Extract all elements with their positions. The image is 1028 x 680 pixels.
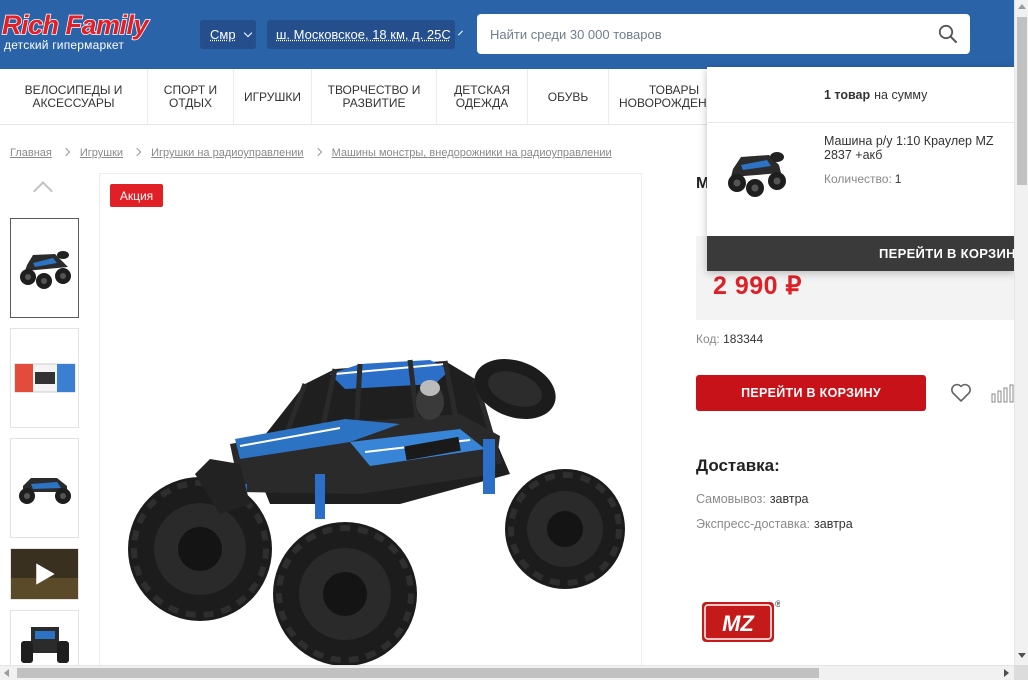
product-code: Код: 183344 — [696, 332, 763, 346]
rc-car-thumbnail-image — [19, 251, 71, 289]
nav-item-label: ДЕТСКАЯ ОДЕЖДА — [454, 83, 510, 110]
city-label: Смр — [210, 27, 236, 42]
mini-cart-item-image[interactable] — [719, 139, 793, 209]
delivery-label: Самовывоз: — [696, 492, 766, 506]
breadcrumb-link-home[interactable]: Главная — [10, 147, 52, 159]
compare-icon[interactable] — [991, 383, 1014, 403]
scroll-up-arrow-icon[interactable] — [1018, 4, 1026, 9]
vertical-scrollbar[interactable] — [1014, 0, 1028, 665]
horizontal-scrollbar-thumb[interactable] — [17, 668, 819, 678]
chevron-right-icon — [313, 147, 322, 157]
mini-cart-go-to-cart-button[interactable]: ПЕРЕЙТИ В КОРЗИНУ — [707, 236, 1014, 271]
go-to-cart-button[interactable]: ПЕРЕЙТИ В КОРЗИНУ — [696, 375, 926, 411]
gallery-video-thumbnail[interactable] — [10, 548, 79, 600]
search-bar — [477, 14, 970, 54]
breadcrumb-link-rc-toys[interactable]: Игрушки на радиоуправлении — [151, 147, 303, 159]
rc-car-side-thumbnail-image — [18, 478, 71, 504]
brand-logo[interactable]: MZ ® — [700, 598, 780, 644]
brand-registered-mark: ® — [775, 599, 780, 609]
store-address-label: ш. Московское, 18 км, д. 25С — [276, 27, 451, 42]
chevron-right-icon — [61, 147, 71, 157]
nav-item-label: ОБУВЬ — [547, 89, 589, 104]
delivery-label: Экспресс-доставка: — [696, 517, 811, 531]
nav-item-label: СПОРТ И ОТДЫХ — [163, 83, 218, 110]
scroll-down-arrow-icon[interactable] — [1018, 653, 1026, 658]
logo-main-text: Rich Family — [1, 9, 149, 41]
delivery-row-express: Экспресс-доставка: завтра — [696, 517, 853, 531]
nav-item-label: ИГРУШКИ — [243, 89, 302, 104]
breadcrumb: Главная Игрушки Игрушки на радиоуправлении… — [10, 147, 612, 159]
rc-crawler-car-image — [128, 359, 625, 666]
scrollbar-corner — [1014, 665, 1028, 680]
chevron-down-icon — [457, 30, 463, 36]
product-price: 2 990 ₽ — [713, 272, 802, 300]
breadcrumb-link-toys[interactable]: Игрушки — [80, 147, 123, 159]
nav-item-sport[interactable]: СПОРТ И ОТДЫХ — [148, 69, 234, 125]
product-main-image[interactable] — [99, 173, 642, 673]
mini-cart-item-quantity: Количество: 1 — [824, 172, 901, 186]
delivery-value: завтра — [769, 492, 809, 506]
delivery-title: Доставка: — [696, 456, 780, 475]
brand-logo-text: MZ — [722, 611, 755, 636]
product-code-label: Код: — [696, 332, 720, 346]
product-code-value: 183344 — [723, 332, 764, 346]
horizontal-scrollbar[interactable] — [0, 665, 1028, 680]
chevron-up-icon[interactable] — [33, 181, 53, 201]
mini-cart-summary: 1 товар на сумму — [707, 67, 1014, 123]
search-input[interactable] — [477, 14, 917, 54]
quantity-value: 1 — [894, 172, 902, 186]
vertical-scrollbar-thumb[interactable] — [1017, 17, 1027, 185]
gallery-thumbnail[interactable] — [10, 610, 79, 670]
gallery-thumbnail[interactable] — [10, 438, 79, 538]
site-logo[interactable]: Rich Family детский гипермаркет — [1, 9, 167, 54]
nav-item-toys[interactable]: ИГРУШКИ — [234, 69, 312, 125]
gallery-thumbnail[interactable] — [10, 328, 79, 428]
nav-item-label: ВЕЛОСИПЕДЫ И АКСЕССУАРЫ — [24, 83, 123, 110]
site-header: Rich Family детский гипермаркет Смр ш. М… — [0, 0, 1014, 69]
quantity-label: Количество: — [824, 172, 892, 186]
nav-item-bicycles[interactable]: ВЕЛОСИПЕДЫ И АКСЕССУАРЫ — [0, 69, 148, 125]
breadcrumb-link-monster-trucks[interactable]: Машины монстры, внедорожники на радиоупр… — [332, 147, 612, 159]
nav-item-shoes[interactable]: ОБУВЬ — [528, 69, 609, 125]
mini-cart-item-name[interactable]: Машина р/у 1:10 Краулер MZ 2837 +акб — [824, 134, 1004, 162]
delivery-row-pickup: Самовывоз: завтра — [696, 492, 809, 506]
search-icon[interactable] — [938, 24, 958, 44]
sale-badge: Акция — [110, 184, 163, 207]
store-address-selector[interactable]: ш. Московское, 18 км, д. 25С — [267, 20, 463, 49]
play-icon — [11, 549, 78, 599]
nav-item-label: ТВОРЧЕСТВО И РАЗВИТИЕ — [327, 83, 421, 110]
mini-cart-popup: 1 товар на сумму Машина р/у 1:10 Краулер… — [707, 67, 1014, 271]
delivery-value: завтра — [814, 517, 853, 531]
product-box-thumbnail-image — [14, 363, 75, 393]
mini-cart-count: 1 товар — [824, 87, 871, 102]
scroll-right-arrow-icon[interactable] — [1004, 669, 1009, 677]
rc-car-front-thumbnail-image — [20, 627, 69, 663]
heart-icon[interactable] — [949, 381, 973, 405]
nav-item-kids-clothing[interactable]: ДЕТСКАЯ ОДЕЖДА — [437, 69, 528, 125]
logo-tagline: детский гипермаркет — [4, 38, 125, 52]
city-selector[interactable]: Смр — [200, 20, 256, 49]
mini-cart-sum-label: на сумму — [874, 87, 928, 102]
scroll-left-arrow-icon[interactable] — [4, 669, 9, 677]
nav-item-creativity[interactable]: ТВОРЧЕСТВО И РАЗВИТИЕ — [312, 69, 437, 125]
chevron-right-icon — [132, 147, 142, 157]
gallery-thumbnail[interactable] — [10, 218, 79, 318]
chevron-down-icon — [243, 28, 252, 38]
